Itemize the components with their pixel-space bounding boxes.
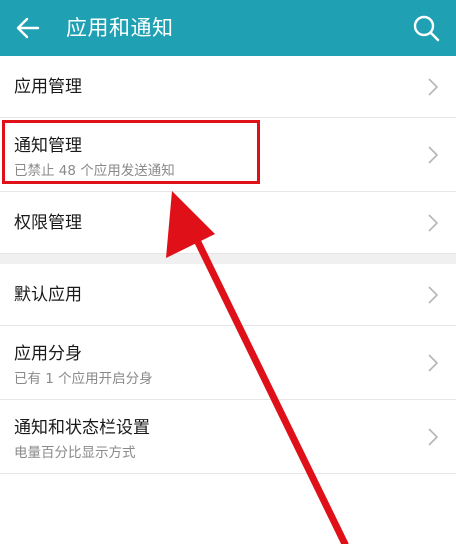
list-item-default-apps[interactable]: 默认应用 xyxy=(0,264,456,326)
page-title: 应用和通知 xyxy=(66,16,174,40)
list-item-subtitle: 已有 1 个应用开启分身 xyxy=(14,371,153,387)
chevron-right-icon xyxy=(428,145,438,164)
list-item-label: 应用分身 xyxy=(14,344,82,364)
search-icon[interactable] xyxy=(410,12,442,44)
list-item-app-management[interactable]: 应用管理 xyxy=(0,56,456,118)
settings-list: 应用管理 通知管理 已禁止 48 个应用发送通知 权限管理 默认应用 应用分身 … xyxy=(0,56,456,474)
chevron-right-icon xyxy=(428,213,438,232)
highlight-box xyxy=(2,120,260,184)
chevron-right-icon xyxy=(428,353,438,372)
section-divider xyxy=(0,254,456,264)
list-item-notification-statusbar-settings[interactable]: 通知和状态栏设置 电量百分比显示方式 xyxy=(0,400,456,474)
list-item-subtitle: 电量百分比显示方式 xyxy=(14,445,136,461)
list-item-label: 权限管理 xyxy=(14,213,82,233)
app-bar: 应用和通知 xyxy=(0,0,456,56)
chevron-right-icon xyxy=(428,77,438,96)
list-item-permission-management[interactable]: 权限管理 xyxy=(0,192,456,254)
list-item-label: 默认应用 xyxy=(14,285,82,305)
chevron-right-icon xyxy=(428,427,438,446)
arrow-left-icon[interactable] xyxy=(12,12,44,44)
list-item-app-twin[interactable]: 应用分身 已有 1 个应用开启分身 xyxy=(0,326,456,400)
chevron-right-icon xyxy=(428,285,438,304)
list-item-label: 应用管理 xyxy=(14,77,82,97)
list-item-label: 通知和状态栏设置 xyxy=(14,418,150,438)
